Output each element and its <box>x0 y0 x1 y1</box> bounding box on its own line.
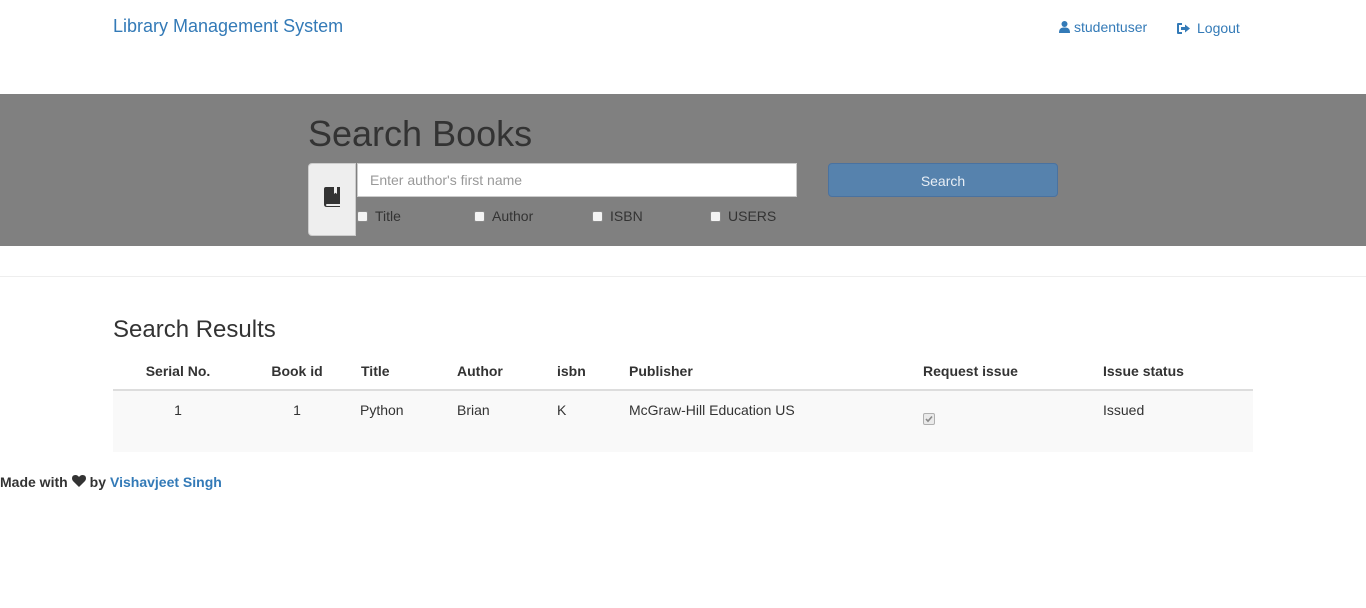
cell-issue-status: Issued <box>1103 402 1145 418</box>
cell-title: Python <box>360 402 404 418</box>
search-button[interactable]: Search <box>828 163 1058 197</box>
user-icon <box>1059 21 1070 33</box>
footer: Made with by Vishavjeet Singh <box>0 474 222 490</box>
cell-publisher: McGraw-Hill Education US <box>629 402 795 418</box>
filter-author-checkbox[interactable] <box>474 210 485 222</box>
sign-out-icon <box>1177 22 1190 34</box>
page-title: Search Books <box>308 113 533 154</box>
user-label: studentuser <box>1074 19 1148 35</box>
column-header-book-id: Book id <box>271 363 323 379</box>
search-addon <box>308 163 356 236</box>
logout-label: Logout <box>1197 20 1240 36</box>
author-link[interactable]: Vishavjeet Singh <box>110 474 222 490</box>
column-header-title: Title <box>361 363 390 379</box>
column-header-publisher: Publisher <box>629 363 693 379</box>
footer-made-with: Made with <box>0 474 68 490</box>
column-header-request-issue: Request issue <box>923 363 1018 379</box>
results-table: Serial No. Book id Title Author isbn Pub… <box>113 352 1253 452</box>
cell-serial: 1 <box>174 402 182 418</box>
filter-author[interactable]: Author <box>474 208 533 224</box>
divider <box>0 276 1366 277</box>
brand-link[interactable]: Library Management System <box>113 15 343 37</box>
filter-author-label: Author <box>492 208 534 224</box>
filter-users-label: USERS <box>728 208 777 224</box>
request-issue-checkbox[interactable] <box>923 413 935 425</box>
column-header-isbn: isbn <box>557 363 586 379</box>
table-row: 1 1 Python Brian K McGraw-Hill Education… <box>113 391 1253 452</box>
column-header-serial: Serial No. <box>145 363 211 379</box>
heart-icon <box>71 474 86 490</box>
filter-users-checkbox[interactable] <box>710 210 721 222</box>
cell-book-id: 1 <box>293 402 301 418</box>
cell-author: Brian <box>457 402 490 418</box>
results-title: Search Results <box>113 316 276 343</box>
filter-title[interactable]: Title <box>357 208 401 224</box>
filter-title-label: Title <box>375 208 401 224</box>
filter-title-checkbox[interactable] <box>357 210 368 222</box>
search-input[interactable] <box>357 163 797 197</box>
column-header-author: Author <box>457 363 503 379</box>
filter-isbn-checkbox[interactable] <box>592 210 603 222</box>
filter-users[interactable]: USERS <box>710 208 776 224</box>
search-panel: Search Books Search Title Author ISBN US… <box>0 94 1366 246</box>
cell-isbn: K <box>557 402 567 418</box>
logout-link[interactable]: Logout <box>1177 18 1240 38</box>
column-header-issue-status: Issue status <box>1103 363 1184 379</box>
filter-isbn[interactable]: ISBN <box>592 208 643 224</box>
navbar: Library Management System studentuser Lo… <box>0 0 1366 94</box>
filter-isbn-label: ISBN <box>610 208 643 224</box>
table-header: Serial No. Book id Title Author isbn Pub… <box>113 352 1253 391</box>
user-menu[interactable]: studentuser <box>1059 17 1147 37</box>
book-icon <box>324 187 340 212</box>
footer-by: by <box>89 474 107 490</box>
